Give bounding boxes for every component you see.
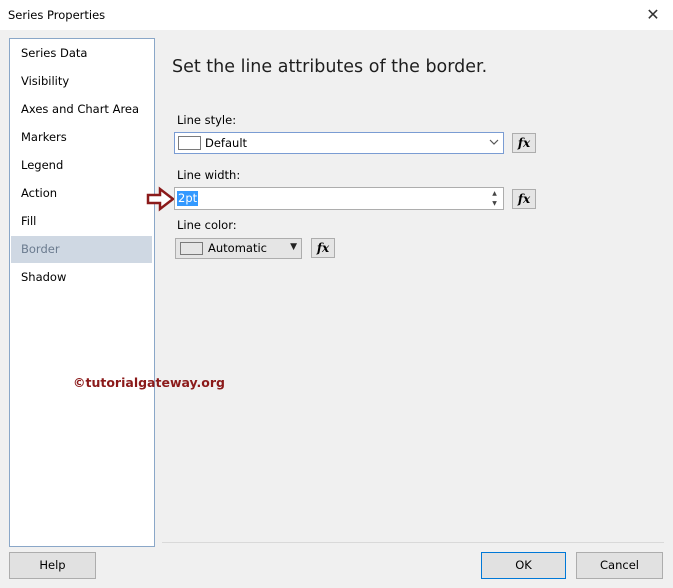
line-style-select[interactable]: Default (174, 132, 504, 154)
sidebar-item-action[interactable]: Action (11, 180, 152, 207)
sidebar-nav: Series Data Visibility Axes and Chart Ar… (9, 38, 155, 547)
line-style-swatch (178, 136, 201, 150)
line-color-value: Automatic (208, 241, 267, 255)
line-width-stepper[interactable]: 2pt ▲ ▼ (174, 187, 504, 210)
sidebar-item-series-data[interactable]: Series Data (11, 40, 152, 67)
sidebar-item-markers[interactable]: Markers (11, 124, 152, 151)
line-color-expression-button[interactable]: fx (311, 238, 335, 258)
footer-divider (162, 542, 664, 543)
sidebar-item-shadow[interactable]: Shadow (11, 264, 152, 291)
ok-button[interactable]: OK (481, 552, 566, 579)
caret-down-icon: ▼ (290, 242, 297, 252)
line-style-label: Line style: (177, 113, 237, 127)
help-button[interactable]: Help (9, 552, 96, 579)
line-color-dropdown[interactable]: Automatic ▼ (175, 238, 302, 259)
window-title: Series Properties (8, 8, 106, 22)
title-bar: Series Properties ✕ (0, 0, 673, 30)
watermark: ©tutorialgateway.org (73, 375, 225, 390)
chevron-up-icon[interactable]: ▲ (487, 189, 502, 198)
sidebar-item-visibility[interactable]: Visibility (11, 68, 152, 95)
line-width-input[interactable]: 2pt (177, 191, 199, 206)
line-style-value: Default (205, 136, 248, 150)
line-color-swatch (180, 242, 203, 255)
sidebar-item-legend[interactable]: Legend (11, 152, 152, 179)
chevron-down-icon (488, 135, 500, 152)
line-width-expression-button[interactable]: fx (512, 189, 536, 209)
chevron-down-icon[interactable]: ▼ (487, 199, 502, 208)
line-width-label: Line width: (177, 168, 241, 182)
sidebar-item-border[interactable]: Border (11, 236, 152, 263)
sidebar-item-axes-and-chart-area[interactable]: Axes and Chart Area (11, 96, 152, 123)
cancel-button[interactable]: Cancel (576, 552, 663, 579)
page-heading: Set the line attributes of the border. (172, 57, 488, 77)
line-style-expression-button[interactable]: fx (512, 133, 536, 153)
line-color-label: Line color: (177, 218, 237, 232)
stepper-buttons: ▲ ▼ (487, 189, 502, 208)
right-arrow-icon (146, 186, 176, 212)
sidebar-item-fill[interactable]: Fill (11, 208, 152, 235)
close-icon[interactable]: ✕ (641, 4, 665, 26)
